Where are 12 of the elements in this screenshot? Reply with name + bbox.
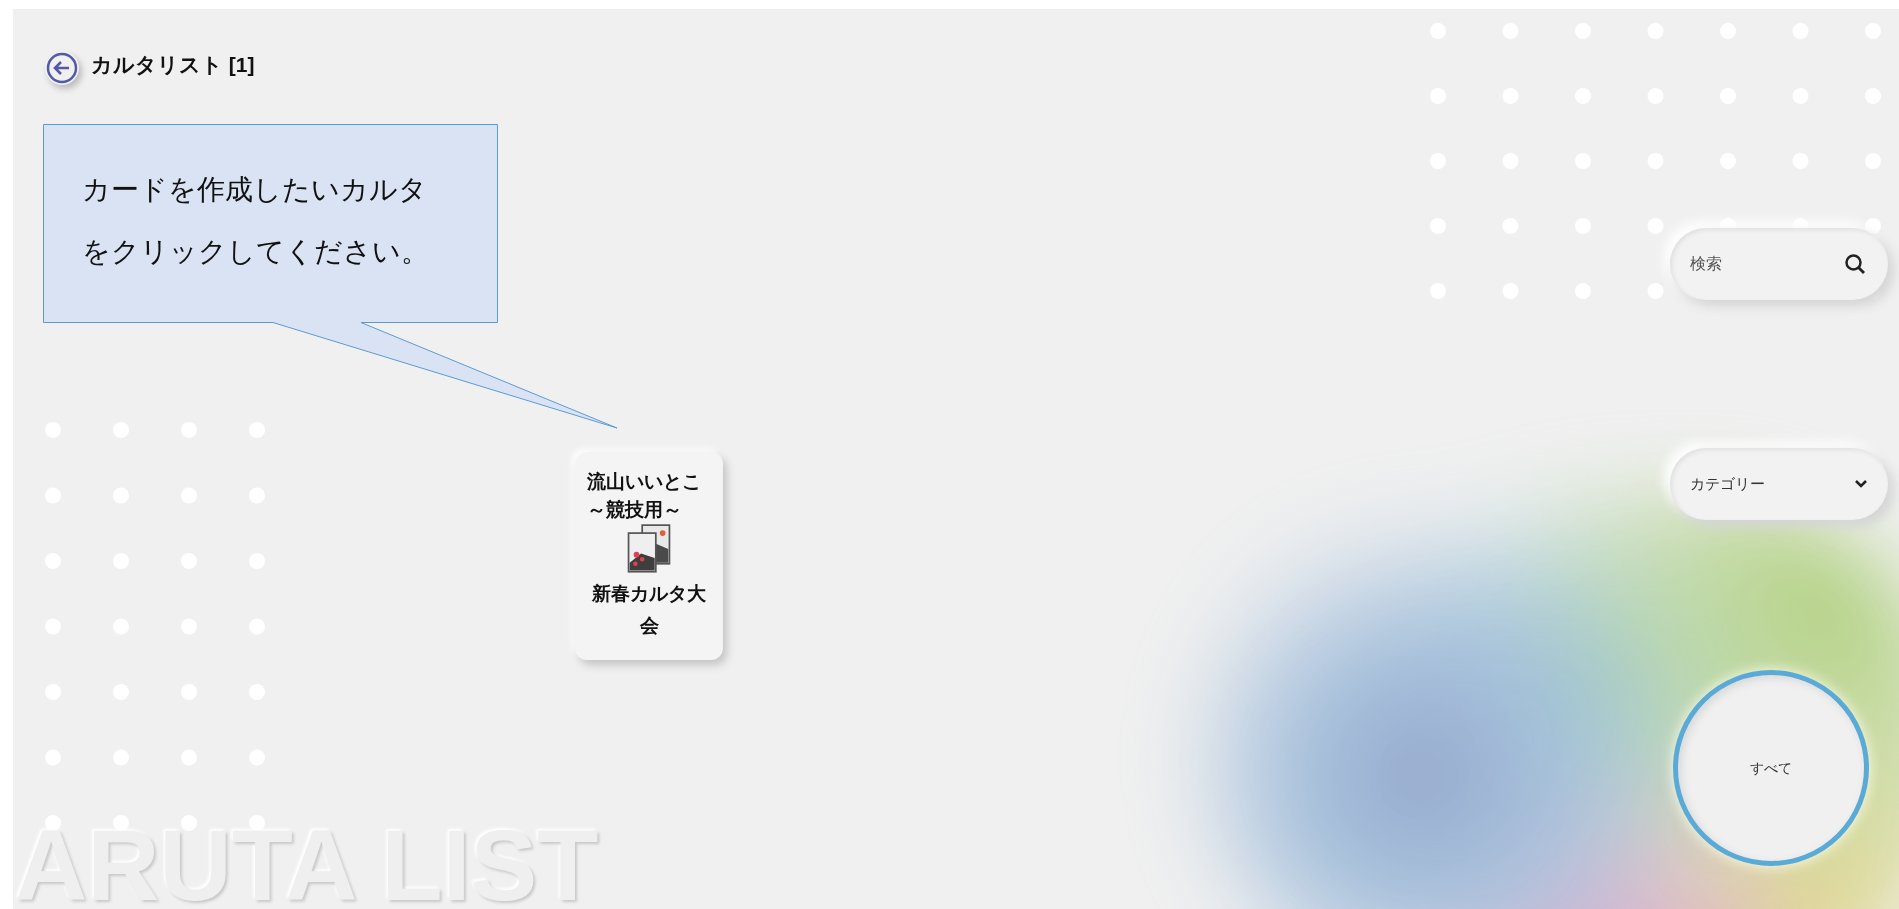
page-title: カルタリスト [1] — [91, 52, 255, 78]
callout-text: カードを作成したいカルタをクリックしてください。 — [82, 172, 430, 270]
chevron-down-icon — [1854, 479, 1868, 489]
all-filter-button[interactable]: すべて — [1673, 670, 1869, 866]
back-button[interactable] — [45, 50, 79, 85]
category-dropdown[interactable]: カテゴリー — [1670, 448, 1888, 520]
card-event-name: 新春カルタ大会 — [591, 582, 707, 638]
search-field[interactable]: 検索 — [1670, 228, 1888, 300]
card-title: 流山いいとこ～競技用～ — [587, 470, 702, 522]
search-icon — [1844, 253, 1866, 275]
karuta-cards-icon — [626, 524, 672, 574]
karuta-card[interactable]: 流山いいとこ～競技用～ 新春カルタ大会 — [575, 452, 723, 660]
